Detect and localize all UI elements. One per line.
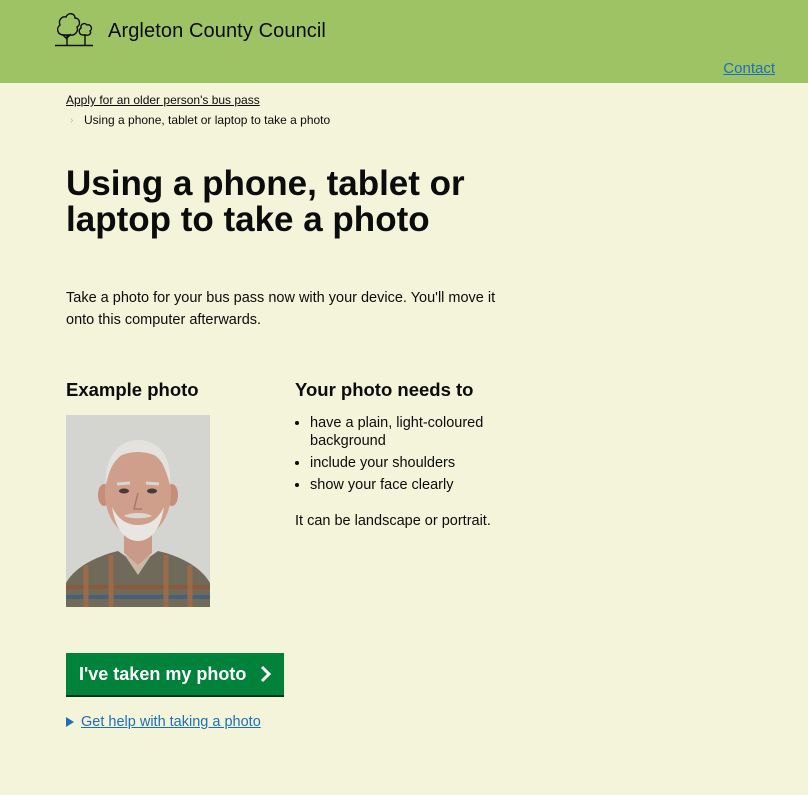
trees-logo-icon[interactable] [54,11,94,47]
example-photo [66,415,210,607]
chevron-right-icon: › [70,114,74,126]
requirement-item: have a plain, light-coloured background [310,414,530,450]
help-disclosure[interactable]: Get help with taking a photo [66,714,261,730]
breadcrumb-parent-link[interactable]: Apply for an older person's bus pass [66,93,260,107]
requirement-item: include your shoulders [310,454,530,472]
help-link[interactable]: Get help with taking a photo [81,714,261,730]
breadcrumb-current: › Using a phone, tablet or laptop to tak… [70,113,330,127]
triangle-right-icon [66,717,74,727]
intro-text: Take a photo for your bus pass now with … [66,290,496,328]
page-title: Using a phone, tablet or laptop to take … [66,164,465,239]
example-photo-heading: Example photo [66,379,199,400]
site-header: Argleton County Council Contact [0,0,808,83]
person-portrait-icon [66,415,210,607]
taken-photo-button[interactable]: I've taken my photo [66,653,284,695]
requirements-list: have a plain, light-coloured background … [295,414,530,498]
breadcrumb-current-label: Using a phone, tablet or laptop to take … [84,113,331,127]
site-name: Argleton County Council [108,20,326,42]
contact-link[interactable]: Contact [723,60,775,77]
requirements-heading: Your photo needs to [295,379,474,400]
chevron-right-icon [260,665,272,683]
requirement-item: show your face clearly [310,476,530,494]
taken-photo-button-label: I've taken my photo [79,663,247,684]
orientation-note: It can be landscape or portrait. [295,513,491,529]
